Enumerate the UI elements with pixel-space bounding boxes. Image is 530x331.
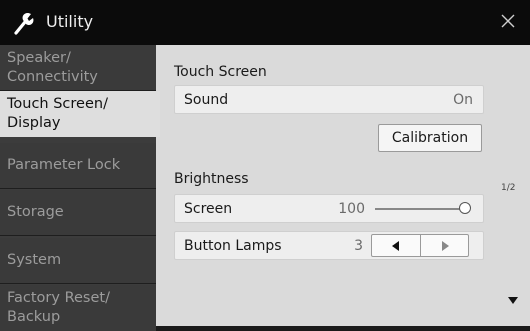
close-button[interactable] — [494, 8, 522, 36]
sidebar-item-factory-reset-backup[interactable]: Factory Reset/ Backup — [0, 285, 156, 331]
sidebar-item-label: Touch Screen/ Display — [7, 96, 108, 131]
sidebar-item-label: System — [7, 252, 62, 268]
decrement-button[interactable] — [372, 235, 420, 256]
sidebar: Speaker/ Connectivity Touch Screen/ Disp… — [0, 45, 160, 331]
button-lamps-label: Button Lamps — [184, 238, 282, 254]
sidebar-item-system[interactable]: System — [0, 238, 156, 284]
calibration-button[interactable]: Calibration — [378, 124, 482, 152]
button-lamps-row[interactable]: Button Lamps 3 — [174, 231, 484, 260]
sidebar-item-label: Speaker/ Connectivity — [7, 49, 98, 85]
touch-screen-section-title: Touch Screen — [174, 64, 267, 80]
sound-label: Sound — [184, 92, 229, 108]
triangle-left-icon — [391, 236, 401, 255]
slider-knob[interactable] — [459, 202, 471, 214]
button-lamps-stepper[interactable] — [371, 234, 469, 257]
screen-brightness-value: 100 — [338, 201, 365, 217]
title-bar: Utility — [0, 0, 530, 45]
screen-label: Screen — [184, 201, 233, 217]
content-panel: Touch Screen Sound On Calibration Bright… — [156, 45, 530, 326]
wrench-icon — [12, 11, 36, 35]
button-lamps-value: 3 — [354, 238, 363, 254]
sidebar-item-storage[interactable]: Storage — [0, 190, 156, 236]
brightness-section-title: Brightness — [174, 171, 249, 187]
scroll-down-button[interactable] — [506, 291, 520, 304]
sidebar-item-label: Factory Reset/ Backup — [7, 290, 110, 325]
app-title: Utility — [46, 12, 94, 31]
sound-value: On — [453, 92, 473, 108]
sidebar-item-touch-screen-display[interactable]: Touch Screen/ Display — [0, 91, 160, 137]
sidebar-item-label: Storage — [7, 204, 64, 220]
triangle-right-icon — [440, 236, 450, 255]
sidebar-item-parameter-lock[interactable]: Parameter Lock — [0, 143, 156, 189]
sidebar-item-label: Parameter Lock — [7, 157, 121, 173]
close-icon — [501, 13, 515, 32]
screen-brightness-row[interactable]: Screen 100 — [174, 194, 484, 223]
increment-button[interactable] — [421, 235, 469, 256]
sound-row[interactable]: Sound On — [174, 85, 484, 114]
screen-brightness-slider[interactable] — [375, 208, 465, 210]
triangle-down-icon — [506, 291, 520, 310]
page-indicator: 1/2 — [501, 183, 516, 193]
sidebar-item-speaker-connectivity[interactable]: Speaker/ Connectivity — [0, 45, 156, 91]
